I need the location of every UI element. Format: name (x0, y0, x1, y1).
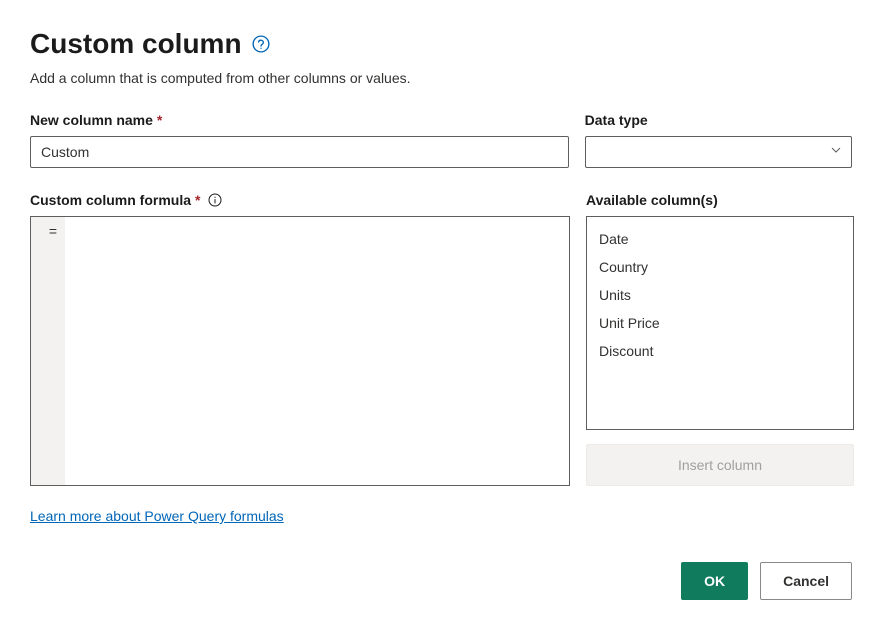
ok-button[interactable]: OK (681, 562, 748, 600)
formula-section: Custom column formula * = Learn more abo… (30, 192, 570, 526)
cancel-button[interactable]: Cancel (760, 562, 852, 600)
list-item[interactable]: Discount (587, 337, 853, 365)
data-type-select[interactable] (585, 136, 852, 168)
new-column-name-field: New column name * (30, 112, 569, 168)
available-columns-list: Date Country Units Unit Price Discount (586, 216, 854, 430)
dialog-title: Custom column (30, 28, 242, 60)
available-columns-label: Available column(s) (586, 192, 854, 208)
formula-label: Custom column formula * (30, 192, 570, 208)
data-type-label: Data type (585, 112, 852, 128)
required-indicator: * (195, 192, 200, 208)
list-item[interactable]: Unit Price (587, 309, 853, 337)
list-item[interactable]: Units (587, 281, 853, 309)
list-item[interactable]: Country (587, 253, 853, 281)
main-content-row: Custom column formula * = Learn more abo… (30, 192, 852, 526)
new-column-name-label: New column name * (30, 112, 569, 128)
formula-prefix: = (31, 217, 65, 485)
formula-editor[interactable]: = (30, 216, 570, 486)
top-fields-row: New column name * Data type (30, 112, 852, 168)
help-icon[interactable] (252, 35, 270, 53)
data-type-field: Data type (585, 112, 852, 168)
dialog-footer: OK Cancel (30, 562, 852, 600)
dialog-subtitle: Add a column that is computed from other… (30, 70, 852, 86)
new-column-name-input[interactable] (30, 136, 569, 168)
info-icon[interactable] (208, 193, 222, 207)
list-item[interactable]: Date (587, 225, 853, 253)
dialog-header: Custom column (30, 28, 852, 60)
label-text: New column name (30, 112, 153, 128)
required-indicator: * (157, 112, 162, 128)
label-text: Custom column formula (30, 192, 191, 208)
available-columns-section: Available column(s) Date Country Units U… (586, 192, 854, 486)
data-type-value (585, 136, 852, 168)
formula-input[interactable] (65, 217, 569, 485)
learn-more-link[interactable]: Learn more about Power Query formulas (30, 508, 284, 524)
insert-column-button[interactable]: Insert column (586, 444, 854, 486)
